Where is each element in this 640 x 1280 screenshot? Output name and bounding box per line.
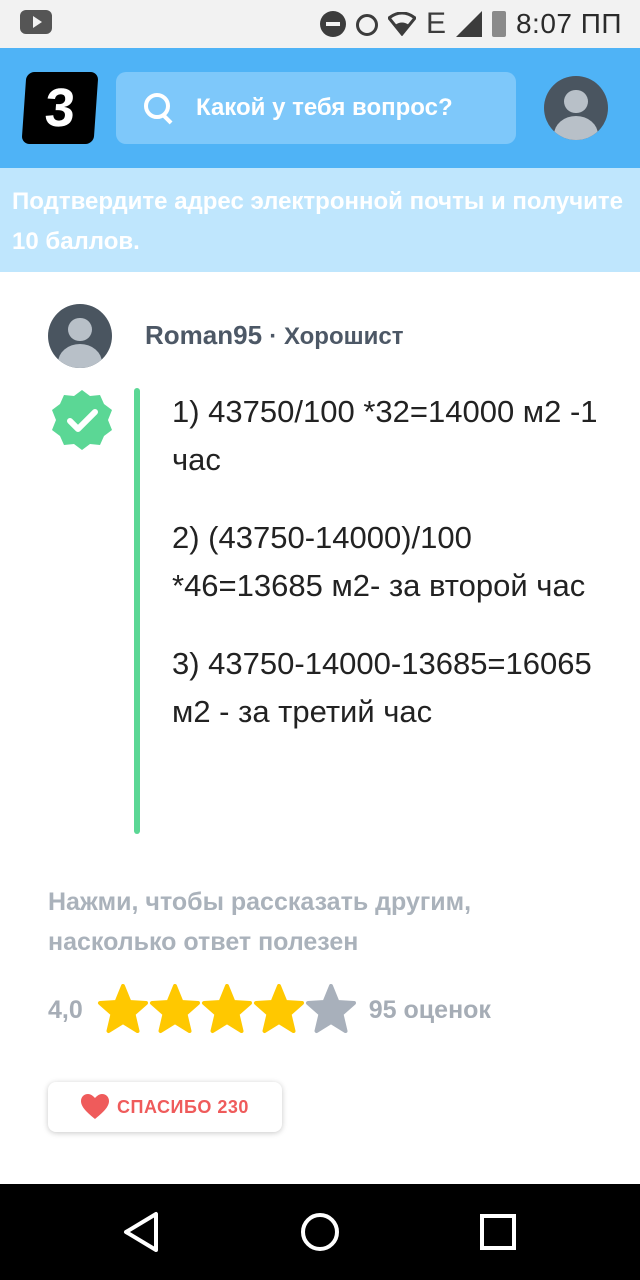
back-icon[interactable] (118, 1208, 166, 1256)
thanks-button[interactable]: СПАСИБО 230 (48, 1082, 282, 1132)
rating-prompt: Нажми, чтобы рассказать другим, наскольк… (48, 888, 472, 956)
answer-body: 1) 43750/100 *32=14000 м2 -1 час 2) (437… (172, 388, 602, 766)
youtube-notification-icon (20, 10, 52, 34)
email-confirm-banner[interactable]: Подтвердите адрес электронной почты и по… (0, 168, 640, 272)
search-icon (144, 93, 174, 123)
star-rating[interactable] (97, 984, 357, 1036)
rating-row: 4,0 95 оценок (48, 984, 491, 1036)
do-not-disturb-icon (319, 11, 346, 37)
rating-value: 4,0 (48, 995, 83, 1024)
answer-line-1: 1) 43750/100 *32=14000 м2 -1 час (172, 394, 598, 477)
verified-badge-icon (52, 390, 112, 450)
author-name[interactable]: Roman95 (145, 320, 262, 350)
rating-count: 95 оценок (368, 995, 491, 1024)
author-avatar[interactable] (48, 304, 112, 368)
profile-avatar[interactable] (544, 76, 608, 140)
clock: 8:07 ПП (515, 8, 622, 39)
answer-accent-line (134, 388, 140, 834)
star-filled-icon[interactable] (253, 984, 305, 1036)
search-placeholder: Какой у тебя вопрос? (196, 94, 453, 121)
app-logo[interactable]: 3 (21, 72, 99, 144)
answer-line-2: 2) (43750-14000)/100 *46=13685 м2- за вт… (172, 520, 586, 603)
wifi-icon (387, 12, 416, 36)
app-header: 3 Какой у тебя вопрос? (0, 48, 640, 168)
thanks-label: СПАСИБО 230 (117, 1096, 249, 1117)
heart-icon (81, 1094, 110, 1119)
search-bar[interactable]: Какой у тебя вопрос? (116, 72, 516, 144)
answer-line-3: 3) 43750-14000-13685=16065 м2 - за трети… (172, 646, 592, 729)
network-type-label: E (425, 7, 446, 40)
home-icon[interactable] (296, 1208, 344, 1256)
author-info: Roman95 · Хорошист (145, 320, 403, 351)
status-bar: E 8:07 ПП (0, 0, 640, 48)
star-filled-icon[interactable] (149, 984, 201, 1036)
star-filled-icon[interactable] (97, 984, 149, 1036)
alarm-icon (355, 14, 378, 36)
system-nav-bar (0, 1184, 640, 1280)
star-filled-icon[interactable] (201, 984, 253, 1036)
author-rank: · Хорошист (269, 323, 404, 350)
battery-icon (491, 11, 506, 37)
recents-icon[interactable] (474, 1208, 522, 1256)
star-empty-icon[interactable] (305, 984, 357, 1036)
signal-icon (455, 11, 482, 37)
